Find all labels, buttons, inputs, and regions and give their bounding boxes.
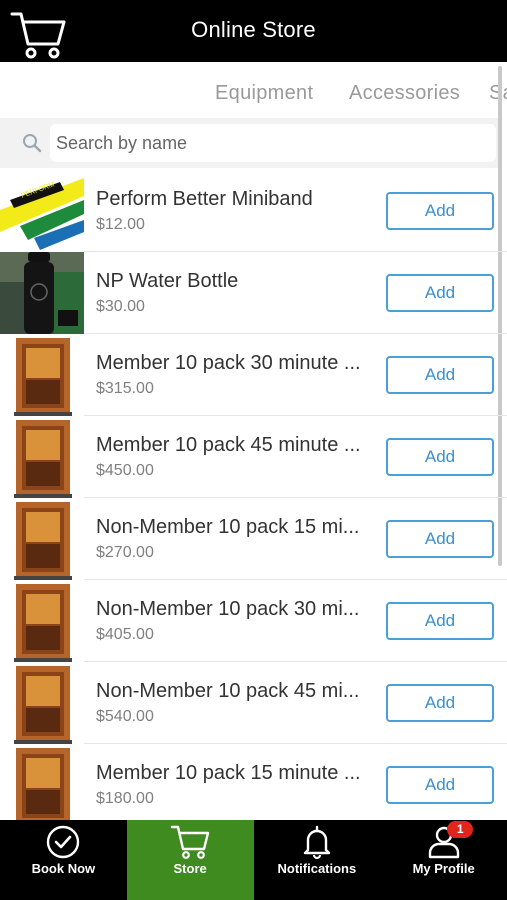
list-item[interactable]: Non-Member 10 pack 45 mi... $540.00 Add (0, 662, 507, 744)
product-price: $30.00 (96, 298, 145, 315)
nav-my-profile[interactable]: 1 My Profile (380, 820, 507, 900)
product-price: $180.00 (96, 790, 154, 807)
product-image-sauna (0, 580, 84, 662)
add-to-cart-button[interactable]: Add (386, 684, 494, 722)
list-item[interactable]: Non-Member 10 pack 15 mi... $270.00 Add (0, 498, 507, 580)
notification-badge: 1 (447, 821, 474, 838)
add-to-cart-button[interactable]: Add (386, 766, 494, 804)
tab-equipment[interactable]: Equipment (215, 82, 313, 105)
search-icon (23, 134, 42, 153)
product-image-water-bottle (0, 252, 84, 334)
product-price: $405.00 (96, 626, 154, 643)
list-item[interactable]: NP Water Bottle $30.00 Add (0, 252, 507, 334)
page-title: Online Store (191, 17, 316, 42)
shopping-cart-icon (170, 825, 210, 859)
nav-label: Store (173, 861, 207, 876)
product-name: Non-Member 10 pack 45 mi... (96, 680, 360, 702)
tab-accessories[interactable]: Accessories (349, 82, 460, 105)
product-image-miniband: PERFORM (0, 170, 84, 252)
add-to-cart-button[interactable]: Add (386, 274, 494, 312)
search-input[interactable] (50, 124, 496, 162)
nav-book-now[interactable]: Book Now (0, 820, 127, 900)
nav-store[interactable]: Store (126, 820, 254, 900)
nav-label: Notifications (277, 861, 357, 876)
nav-label: Book Now (31, 861, 96, 876)
product-name: Member 10 pack 45 minute ... (96, 434, 361, 456)
product-price: $12.00 (96, 216, 145, 233)
product-price: $315.00 (96, 380, 154, 397)
product-image-sauna (0, 416, 84, 498)
bell-icon (303, 825, 331, 860)
list-item[interactable]: Member 10 pack 30 minute ... $315.00 Add (0, 334, 507, 416)
product-price: $270.00 (96, 544, 154, 561)
nav-notifications[interactable]: Notifications (254, 820, 381, 900)
add-to-cart-button[interactable]: Add (386, 520, 494, 558)
app-header: Online Store (0, 0, 507, 62)
product-price: $450.00 (96, 462, 154, 479)
check-circle-icon (47, 825, 80, 859)
list-item[interactable]: Non-Member 10 pack 30 mi... $405.00 Add (0, 580, 507, 662)
product-name: Member 10 pack 30 minute ... (96, 352, 361, 374)
product-price: $540.00 (96, 708, 154, 725)
list-item[interactable]: PERFORM Perform Better Miniband $12.00 A… (0, 170, 507, 252)
product-image-sauna (0, 498, 84, 580)
product-name: Non-Member 10 pack 15 mi... (96, 516, 360, 538)
list-item[interactable]: Member 10 pack 15 minute ... $180.00 Add (0, 744, 507, 820)
product-name: NP Water Bottle (96, 270, 239, 292)
product-list: PERFORM Perform Better Miniband $12.00 A… (0, 170, 507, 820)
bottom-nav: Book Now Store Notifications 1 My Profil… (0, 820, 507, 900)
add-to-cart-button[interactable]: Add (386, 438, 494, 476)
add-to-cart-button[interactable]: Add (386, 192, 494, 230)
list-item[interactable]: Member 10 pack 45 minute ... $450.00 Add (0, 416, 507, 498)
nav-label: My Profile (412, 861, 475, 876)
product-name: Member 10 pack 15 minute ... (96, 762, 361, 784)
product-image-sauna (0, 744, 84, 820)
search-bar (0, 118, 500, 168)
product-name: Non-Member 10 pack 30 mi... (96, 598, 360, 620)
product-name: Perform Better Miniband (96, 188, 313, 210)
product-image-sauna (0, 662, 84, 744)
category-tabs: Equipment Accessories Sa (0, 62, 507, 118)
add-to-cart-button[interactable]: Add (386, 356, 494, 394)
product-image-sauna (0, 334, 84, 416)
add-to-cart-button[interactable]: Add (386, 602, 494, 640)
